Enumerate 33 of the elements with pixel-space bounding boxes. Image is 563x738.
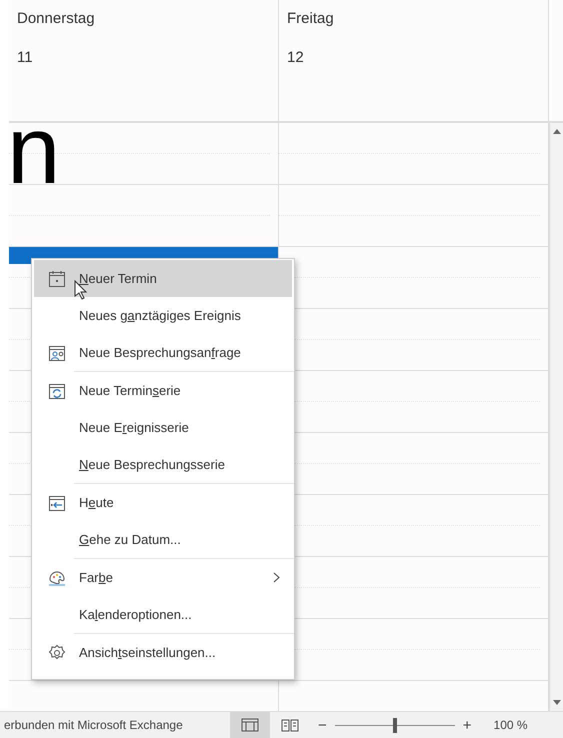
menu-item[interactable]: Kalenderoptionen... bbox=[34, 596, 292, 633]
menu-item[interactable]: Ansichtseinstellungen... bbox=[34, 634, 292, 671]
calendar-refresh-icon bbox=[48, 382, 66, 400]
zoom-out-button[interactable]: − bbox=[310, 716, 335, 734]
day-date: 11 bbox=[16, 48, 34, 66]
settings-icon bbox=[48, 644, 66, 662]
menu-item[interactable]: Neue Besprechungsserie bbox=[34, 446, 292, 483]
normal-view-icon bbox=[241, 718, 259, 732]
zoom-slider-thumb[interactable] bbox=[392, 718, 397, 732]
zoom-level: 100 % bbox=[492, 718, 528, 732]
day-name: Freitag bbox=[286, 9, 335, 29]
day-date: 12 bbox=[286, 48, 305, 66]
menu-item[interactable]: Neuer Termin bbox=[34, 260, 292, 297]
menu-item[interactable]: Neue Ereignisserie bbox=[34, 409, 292, 446]
menu-item[interactable]: Gehe zu Datum... bbox=[34, 521, 292, 558]
menu-item[interactable]: Neues ganztägiges Ereignis bbox=[34, 297, 292, 334]
scroll-down-icon[interactable] bbox=[552, 700, 560, 705]
menu-item[interactable]: Farbe bbox=[34, 559, 292, 596]
day-name: Donnerstag bbox=[16, 9, 96, 29]
calendar-person-icon bbox=[48, 344, 66, 362]
palette-icon bbox=[48, 568, 66, 586]
connection-status: erbunden mit Microsoft Exchange bbox=[3, 718, 184, 732]
calendar-icon bbox=[48, 270, 66, 288]
menu-item[interactable]: Heute bbox=[34, 484, 292, 521]
scroll-up-icon[interactable] bbox=[552, 129, 560, 134]
zoom-in-button[interactable]: + bbox=[454, 716, 480, 734]
normal-view-button[interactable] bbox=[230, 712, 270, 738]
scrollbar[interactable] bbox=[549, 123, 563, 711]
overlay-letter: n bbox=[9, 123, 60, 199]
open-book-icon bbox=[281, 718, 299, 732]
menu-item[interactable]: Neue Terminserie bbox=[34, 372, 292, 409]
menu-item[interactable]: Neue Besprechungsanfrage bbox=[34, 334, 292, 371]
zoom-slider[interactable] bbox=[334, 718, 455, 732]
